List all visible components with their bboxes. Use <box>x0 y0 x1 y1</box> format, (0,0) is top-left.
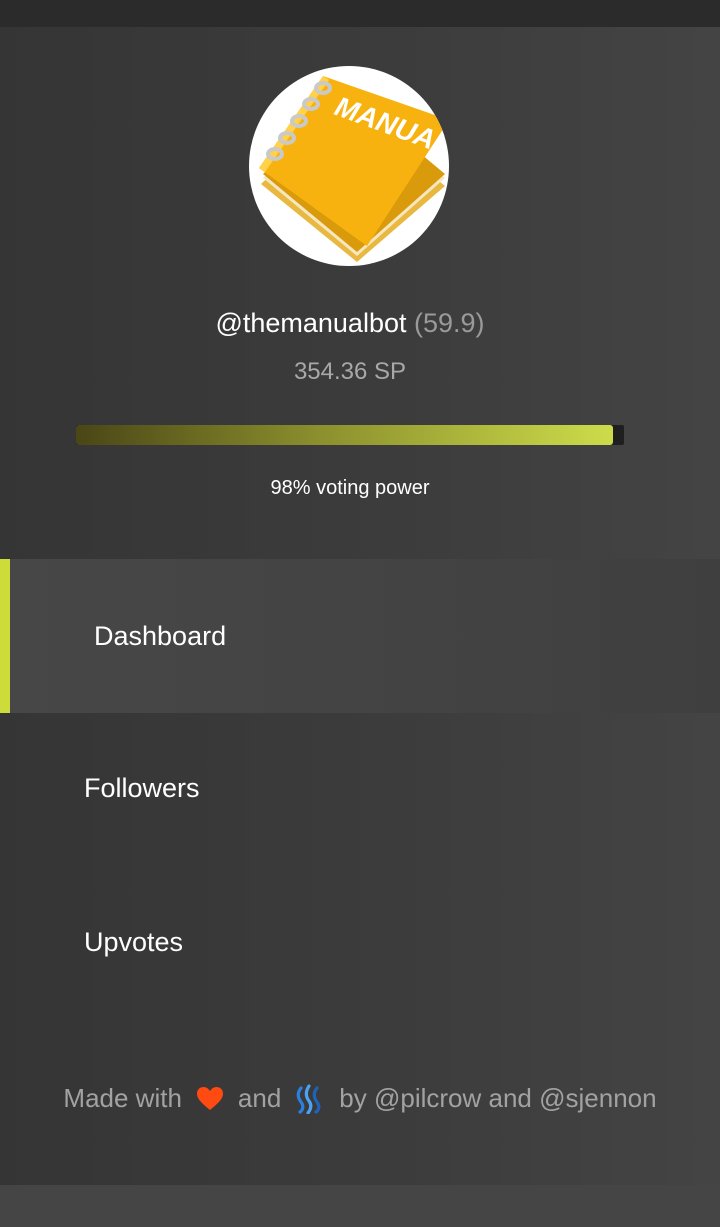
footer-authors[interactable]: by @pilcrow and @sjennon <box>339 1083 656 1114</box>
bottom-strip <box>0 1185 720 1227</box>
steem-logo-icon <box>297 1083 321 1114</box>
voting-power-fill <box>76 425 614 445</box>
active-indicator <box>0 559 10 713</box>
nav-item-label: Upvotes <box>84 926 184 957</box>
username-line: @themanualbot (59.9) <box>0 308 700 339</box>
status-bar <box>0 0 720 27</box>
steem-power: 354.36 SP <box>293 358 407 385</box>
footer-credits: Made with and by @pilcrow and @sjennon <box>0 1083 720 1114</box>
voting-power-bar <box>76 425 624 445</box>
username[interactable]: @themanualbot <box>215 308 406 338</box>
footer-made-with: Made with <box>63 1083 182 1113</box>
manual-notebook-icon: MANUAL <box>259 76 449 262</box>
avatar[interactable]: MANUAL <box>249 66 449 266</box>
nav-item-dashboard[interactable]: Dashboard <box>0 559 720 713</box>
reputation-score: (59.9) <box>414 308 485 338</box>
nav-item-label: Followers <box>84 772 200 803</box>
nav-item-label: Dashboard <box>94 620 227 651</box>
footer-and: and <box>237 1083 282 1113</box>
nav-item-followers[interactable]: Followers <box>0 711 720 865</box>
heart-icon <box>196 1086 223 1110</box>
nav-item-upvotes[interactable]: Upvotes <box>0 865 720 1019</box>
voting-power-label: 98% voting power <box>270 477 430 499</box>
